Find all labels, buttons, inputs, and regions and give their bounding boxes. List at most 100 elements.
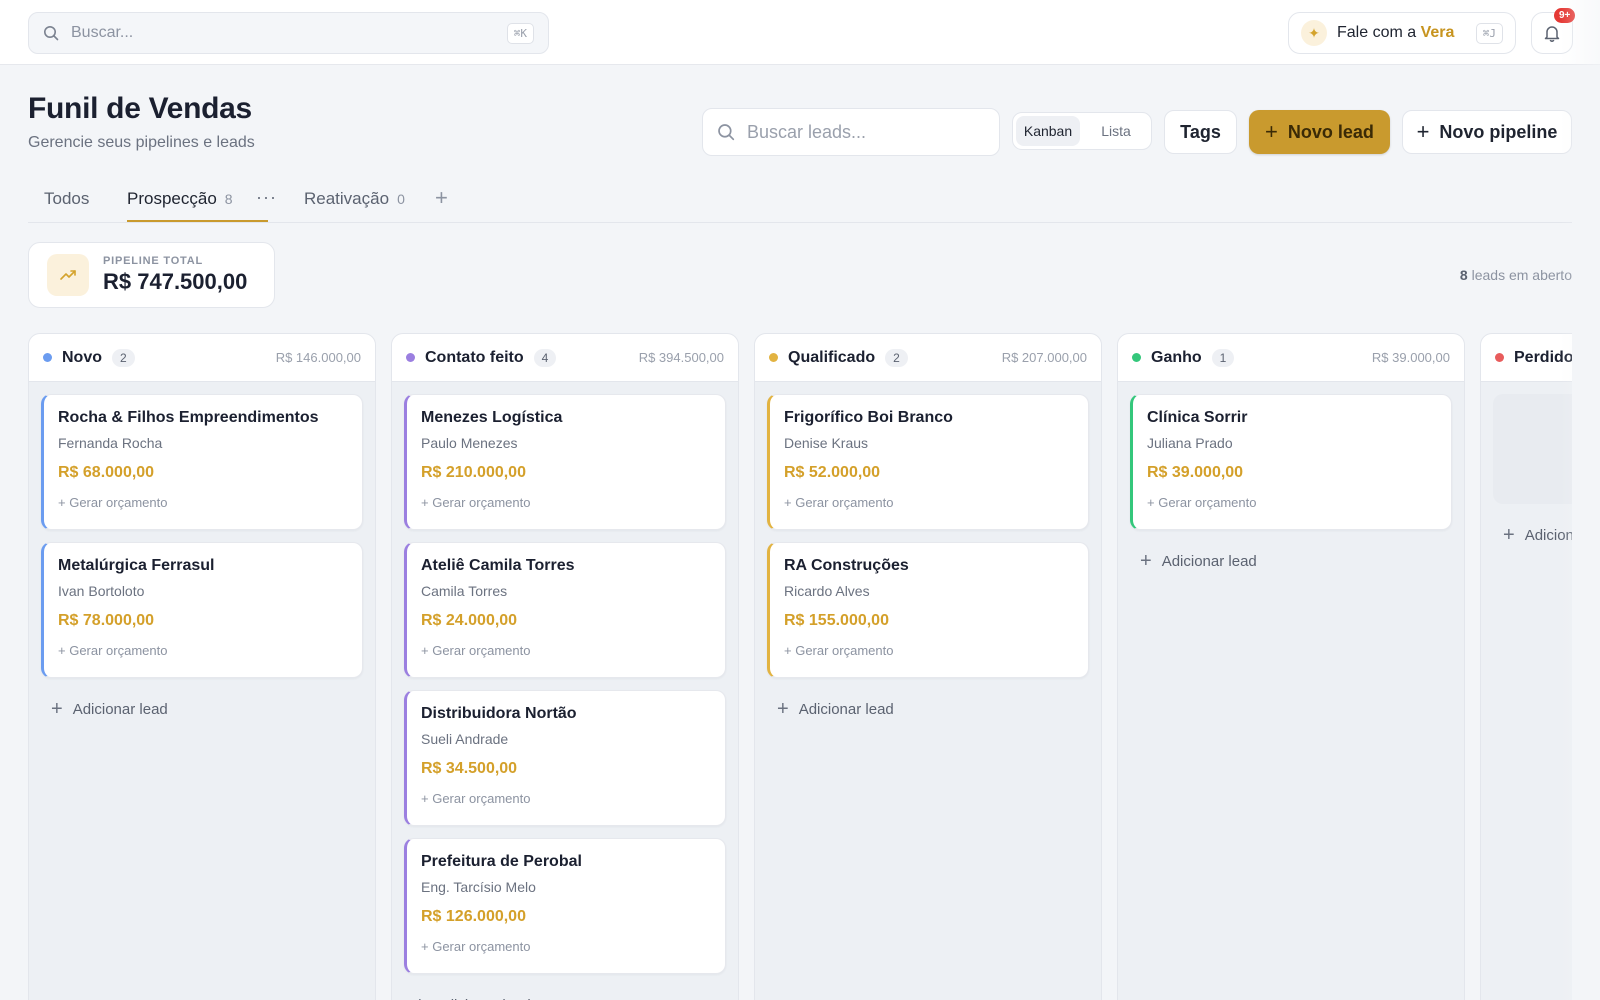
new-pipeline-button[interactable]: + Novo pipeline [1402,110,1572,154]
lead-value: R$ 68.000,00 [58,464,155,481]
lead-contact: Ivan Bortoloto [58,583,145,599]
lead-card[interactable]: RA Construções Ricardo Alves R$ 155.000,00… [767,542,1089,678]
trending-up-icon [47,254,89,296]
lead-card[interactable]: Frigorífico Boi Branco Denise Kraus R$ 52.… [767,394,1089,530]
generate-quote-link[interactable]: + Gerar orçamento [421,495,711,510]
column-header: Perdido [1481,334,1572,382]
pipeline-total-label: PIPELINE TOTAL [103,255,204,267]
leads-search-input[interactable]: Buscar leads... [702,108,1000,156]
column-cards: + Adicionar lead [1481,382,1572,567]
lead-contact: Juliana Prado [1147,435,1233,451]
lead-card[interactable]: Metalúrgica Ferrasul Ivan Bortoloto R$ 78.… [41,542,363,678]
page-subtitle: Gerencie seus pipelines e leads [28,134,255,151]
global-search-input[interactable]: Buscar... ⌘K [28,12,549,54]
active-tab-indicator [127,220,268,222]
column-total: R$ 146.000,00 [275,350,361,365]
pipeline-total-card: PIPELINE TOTAL R$ 747.500,00 [28,242,275,308]
talk-to-vera-button[interactable]: ✦ Fale com a Vera ⌘J [1288,12,1516,54]
plus-icon: + [51,698,63,720]
tab-prospeccao[interactable]: Prospecção 8 [127,189,233,209]
column-color-dot [1132,353,1141,362]
lead-value: R$ 155.000,00 [784,612,889,629]
lead-contact: Denise Kraus [784,435,869,451]
view-option-kanban[interactable]: Kanban [1016,116,1080,146]
lead-company: Frigorífico Boi Branco [784,409,953,426]
kanban-board: Novo 2 R$ 146.000,00 Rocha & Filhos Empreen… [28,333,1572,1000]
add-lead-label: Adicionar lead [798,701,894,718]
lead-contact: Camila Torres [421,583,508,599]
kanban-column: Perdido + Adicionar lead [1480,333,1572,1000]
tab-label: Prospecção [127,189,217,208]
kanban-column: Qualificado 2 R$ 207.000,00 Frigorífico Boi… [754,333,1102,1000]
generate-quote-link[interactable]: + Gerar orçamento [784,643,1074,658]
lead-value: R$ 210.000,00 [421,464,526,481]
more-options-icon[interactable]: ··· [256,187,277,208]
lead-contact: Sueli Andrade [421,731,509,747]
tags-button-label: Tags [1180,121,1221,142]
vera-name: Vera [1420,24,1455,41]
add-lead-button[interactable]: +Adicionar lead [41,690,363,729]
column-total: R$ 207.000,00 [1001,350,1087,365]
lead-value: R$ 34.500,00 [421,760,518,777]
plus-icon: + [777,698,789,720]
column-title: Novo [62,348,102,366]
kanban-column: Ganho 1 R$ 39.000,00 Clínica Sorrir Juliana … [1117,333,1465,1000]
generate-quote-link[interactable]: + Gerar orçamento [421,939,711,954]
lead-value: R$ 52.000,00 [784,464,881,481]
open-leads-number: 8 [1459,267,1468,283]
vera-shortcut-hint: ⌘J [1475,22,1503,44]
lead-card[interactable]: Menezes Logística Paulo Menezes R$ 210.000… [404,394,726,530]
add-lead-button[interactable]: +Adicionar lead [1493,516,1572,555]
column-cards: Frigorífico Boi Branco Denise Kraus R$ 52.… [755,382,1101,741]
lead-card[interactable]: Rocha & Filhos Empreendimentos Fernanda R… [41,394,363,530]
column-title: Qualificado [788,348,876,366]
tab-label: Todos [44,189,90,208]
tab-reativacao[interactable]: Reativação 0 [304,189,405,209]
generate-quote-link[interactable]: + Gerar orçamento [421,643,711,658]
add-lead-button[interactable]: +Adicionar lead [1130,542,1452,581]
add-lead-button[interactable]: +Adicionar lead [404,986,726,1000]
generate-quote-link[interactable]: + Gerar orçamento [421,791,711,806]
generate-quote-link[interactable]: + Gerar orçamento [1147,495,1437,510]
tab-todos[interactable]: Todos [44,189,89,209]
pipeline-tabs: Todos Prospecção 8 ··· Reativação 0 + [28,181,1572,223]
generate-quote-link[interactable]: + Gerar orçamento [58,643,348,658]
notifications-button[interactable]: 9+ [1531,8,1576,54]
lead-company: Ateliê Camila Torres [421,557,575,574]
column-cards: Menezes Logística Paulo Menezes R$ 210.000… [392,382,738,1000]
vera-label: Fale com a Vera [1337,24,1466,42]
column-title: Perdido [1514,348,1572,366]
add-lead-button[interactable]: + Adicionar lead [767,690,1089,729]
kanban-column: Contato feito 4 R$ 394.500,00 Menezes Logís… [391,333,739,1000]
lead-company: Clínica Sorrir [1147,409,1248,426]
search-shortcut-hint: ⌘K [506,22,534,44]
lead-card[interactable]: Clínica Sorrir Juliana Prado R$ 39.000,00 +… [1130,394,1452,530]
view-option-list[interactable]: Lista [1084,116,1148,146]
column-color-dot [1495,353,1504,362]
lead-card[interactable]: Ateliê Camila Torres Camila Torres R$ 24.0… [404,542,726,678]
lead-card[interactable]: Prefeitura de Perobal Eng. Tarcísio Melo R… [404,838,726,974]
tab-count: 0 [397,191,405,207]
column-color-dot [406,353,415,362]
lead-company: Prefeitura de Perobal [421,853,582,870]
new-lead-button[interactable]: + Novo lead [1249,110,1390,154]
add-pipeline-tab-icon[interactable]: + [435,185,448,211]
column-header: Novo 2 R$ 146.000,00 [29,334,375,382]
column-cards: Clínica Sorrir Juliana Prado R$ 39.000,00 +… [1118,382,1464,593]
add-lead-label: Adicionar lead [1161,553,1257,570]
lead-value: R$ 24.000,00 [421,612,518,629]
bell-icon [1544,26,1560,42]
column-count: 2 [112,348,135,367]
lead-value: R$ 39.000,00 [1147,464,1244,481]
generate-quote-link[interactable]: + Gerar orçamento [58,495,348,510]
column-count: 1 [1211,348,1235,367]
pipeline-total-value: R$ 747.500,00 [103,269,248,294]
tags-button[interactable]: Tags [1164,110,1237,154]
lead-company: RA Construções [784,557,909,574]
lead-card[interactable]: Distribuidora Nortão Sueli Andrade R$ 34.5… [404,690,726,826]
top-bar: Buscar... ⌘K ✦ Fale com a Vera ⌘J 9+ [0,0,1600,65]
column-total: R$ 39.000,00 [1371,350,1450,365]
lead-value: R$ 78.000,00 [58,612,155,629]
tab-label: Reativação [304,189,390,208]
generate-quote-link[interactable]: + Gerar orçamento [784,495,1074,510]
